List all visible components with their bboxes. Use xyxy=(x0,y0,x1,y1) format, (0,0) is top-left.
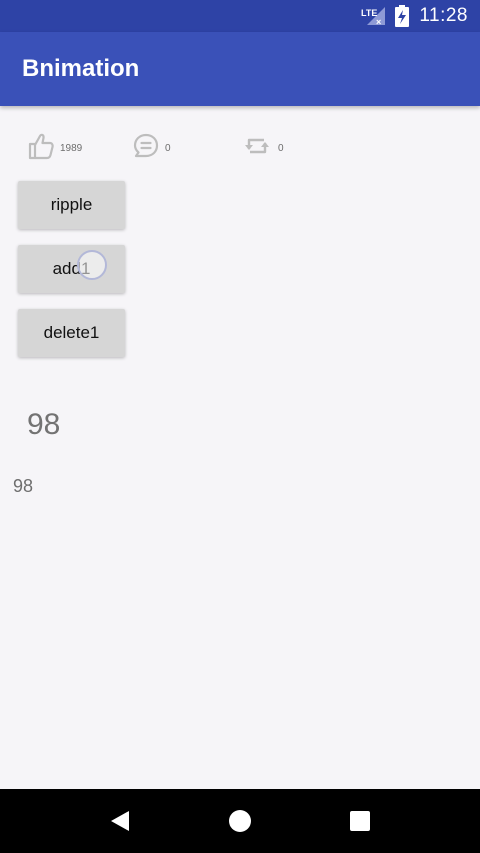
touch-indicator xyxy=(77,250,107,280)
status-bar: LTE × 11:28 xyxy=(0,0,480,32)
screen: LTE × 11:28 Bnimation 1989 0 0 ripple ad… xyxy=(0,0,480,853)
like-count: 1989 xyxy=(60,142,83,154)
comment-icon xyxy=(133,133,159,158)
app-bar: Bnimation xyxy=(0,32,480,106)
app-title: Bnimation xyxy=(22,55,140,82)
delete1-button[interactable]: delete1 xyxy=(18,309,125,357)
thumbs-up-icon xyxy=(28,133,54,160)
home-icon xyxy=(229,810,251,832)
recents-icon xyxy=(350,811,370,831)
lte-signal-icon: LTE × xyxy=(361,5,387,27)
ripple-button[interactable]: ripple xyxy=(18,181,125,229)
repost-action[interactable]: 0 xyxy=(242,132,284,160)
back-icon xyxy=(111,811,129,831)
like-action[interactable]: 1989 xyxy=(28,132,82,160)
actions-row: 1989 0 0 xyxy=(0,132,480,164)
back-button[interactable] xyxy=(100,801,140,841)
counter-small: 98 xyxy=(13,476,34,496)
svg-text:LTE: LTE xyxy=(361,8,377,18)
repost-count: 0 xyxy=(278,142,284,154)
comment-count: 0 xyxy=(165,142,171,154)
recents-button[interactable] xyxy=(340,801,380,841)
home-button[interactable] xyxy=(220,801,260,841)
counter-large: 98 xyxy=(27,408,61,441)
comment-action[interactable]: 0 xyxy=(133,132,171,160)
status-clock: 11:28 xyxy=(419,5,468,26)
repost-icon xyxy=(245,138,269,154)
battery-charging-icon xyxy=(395,5,410,27)
add1-button[interactable]: add1 xyxy=(18,245,125,293)
navigation-bar xyxy=(0,789,480,853)
svg-text:×: × xyxy=(376,17,381,27)
